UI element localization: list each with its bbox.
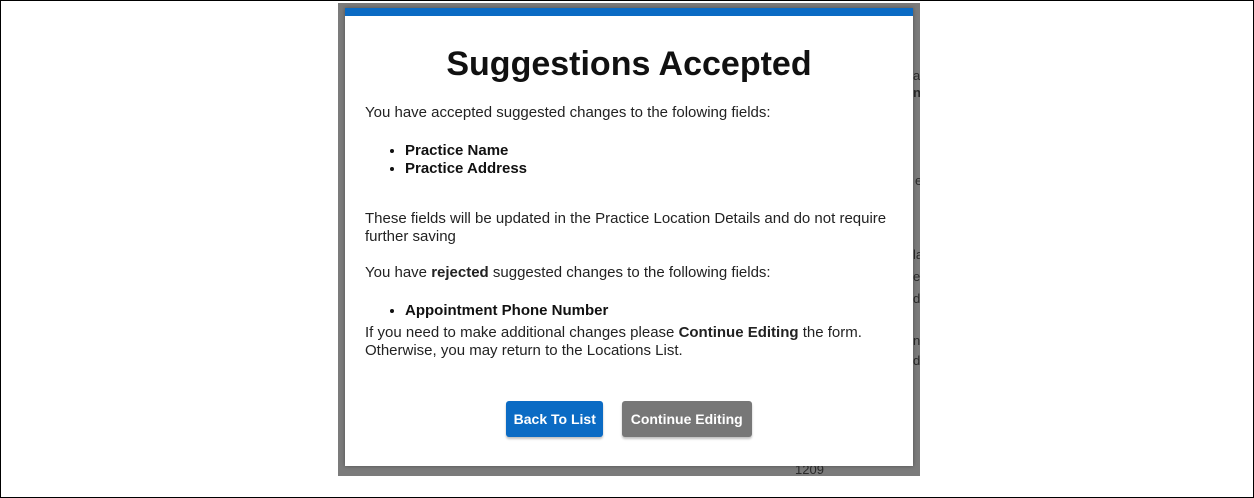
rejected-intro-text: You have	[365, 264, 432, 281]
modal-accent-bar	[345, 8, 913, 16]
list-item: Practice Name	[405, 142, 913, 160]
modal-actions: Back To List Continue Editing	[345, 401, 913, 437]
back-to-list-button[interactable]: Back To List	[506, 401, 604, 437]
background-text-fragment: di	[913, 353, 920, 368]
background-text-fragment: e	[915, 173, 920, 188]
background-text-fragment: ne	[913, 85, 920, 100]
accepted-intro: You have accepted suggested changes to t…	[365, 104, 771, 121]
closing-text: If you need to make additional changes p…	[365, 324, 679, 341]
background-text-fragment: ec	[913, 269, 920, 284]
modal-title: Suggestions Accepted	[446, 45, 812, 83]
background-text-fragment: la	[913, 247, 920, 262]
modal-body: You have accepted suggested changes to t…	[345, 104, 913, 360]
background-text-fragment: ar	[913, 68, 920, 83]
background-text-fragment: ni	[913, 333, 920, 348]
suggestions-modal: Suggestions Accepted You have accepted s…	[345, 8, 913, 466]
continue-editing-button[interactable]: Continue Editing	[621, 401, 752, 437]
closing-message: If you need to make additional changes p…	[365, 324, 865, 360]
update-note: These fields will be updated in the Prac…	[365, 210, 887, 245]
rejected-intro-text: suggested changes to the following field…	[488, 264, 771, 281]
list-item: Appointment Phone Number	[405, 302, 913, 320]
background-text-fragment: d	[913, 291, 920, 306]
rejected-emphasis: rejected	[431, 264, 489, 281]
closing-emphasis: Continue Editing	[678, 324, 799, 341]
rejected-intro: You have rejected suggested changes to t…	[365, 264, 913, 282]
list-item: Practice Address	[405, 160, 913, 178]
rejected-fields-list: Appointment Phone Number	[365, 302, 913, 320]
accepted-fields-list: Practice Name Practice Address	[365, 142, 913, 178]
